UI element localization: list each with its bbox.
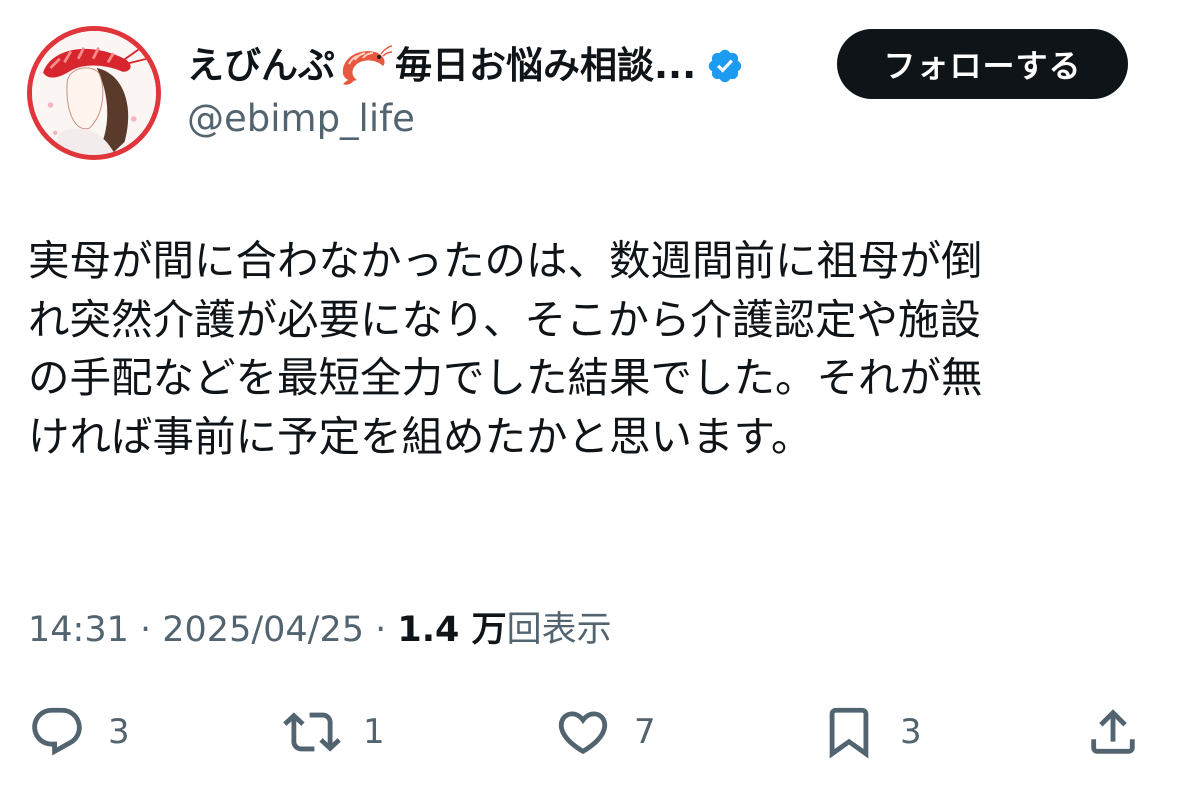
reply-icon <box>32 707 82 756</box>
follow-button[interactable]: フォローする <box>837 29 1128 99</box>
like-button[interactable]: 7 <box>554 702 656 762</box>
views-count[interactable]: 1.4 万 <box>397 610 506 650</box>
display-name-suffix: 毎日お悩み相談... <box>395 44 697 87</box>
like-count: 7 <box>634 712 656 752</box>
tweet-meta: 14:31 · 2025/04/25 · 1.4 万回表示 <box>28 606 612 654</box>
views-label[interactable]: 回表示 <box>507 610 612 650</box>
avatar[interactable] <box>27 26 161 160</box>
bookmark-count: 3 <box>900 712 922 752</box>
tweet-text-line: の手配などを最短全力でした結果でした。それが無 <box>28 353 983 402</box>
tweet-text-line: ければ事前に予定を組めたかと思います。 <box>28 411 813 461</box>
share-icon <box>1091 709 1135 754</box>
user-handle[interactable]: @ebimp_life <box>187 95 415 143</box>
tweet-text: 実母が間に合わなかったのは、数週間前に祖母が倒 れ突然介護が必要になり、そこから… <box>28 232 1153 466</box>
avatar-illustration <box>32 31 156 155</box>
display-name[interactable]: えびんぷ 毎日お悩み相談... <box>187 40 744 92</box>
repost-count: 1 <box>363 712 385 752</box>
meta-separator: · <box>128 610 163 650</box>
reply-button[interactable]: 3 <box>28 702 130 762</box>
reply-count: 3 <box>108 712 130 752</box>
repost-button[interactable]: 1 <box>283 702 385 762</box>
tweet-date[interactable]: 2025/04/25 <box>162 610 364 650</box>
display-name-text: えびんぷ <box>187 44 335 87</box>
bookmark-button[interactable]: 3 <box>820 702 922 762</box>
tweet-time[interactable]: 14:31 <box>28 610 129 650</box>
repost-icon <box>283 712 341 752</box>
meta-separator: · <box>364 610 398 650</box>
tweet-text-line: れ突然介護が必要になり、そこから介護認定や施設 <box>28 294 981 344</box>
heart-icon <box>558 711 608 755</box>
share-button[interactable] <box>1084 702 1142 762</box>
bookmark-icon <box>829 707 869 759</box>
verified-badge-icon[interactable] <box>706 47 744 85</box>
shrimp-emoji-icon <box>337 44 393 88</box>
tweet-text-line: 実母が間に合わなかったのは、数週間前に祖母が倒 <box>28 236 983 285</box>
action-bar: 3 1 7 3 <box>0 702 1179 762</box>
